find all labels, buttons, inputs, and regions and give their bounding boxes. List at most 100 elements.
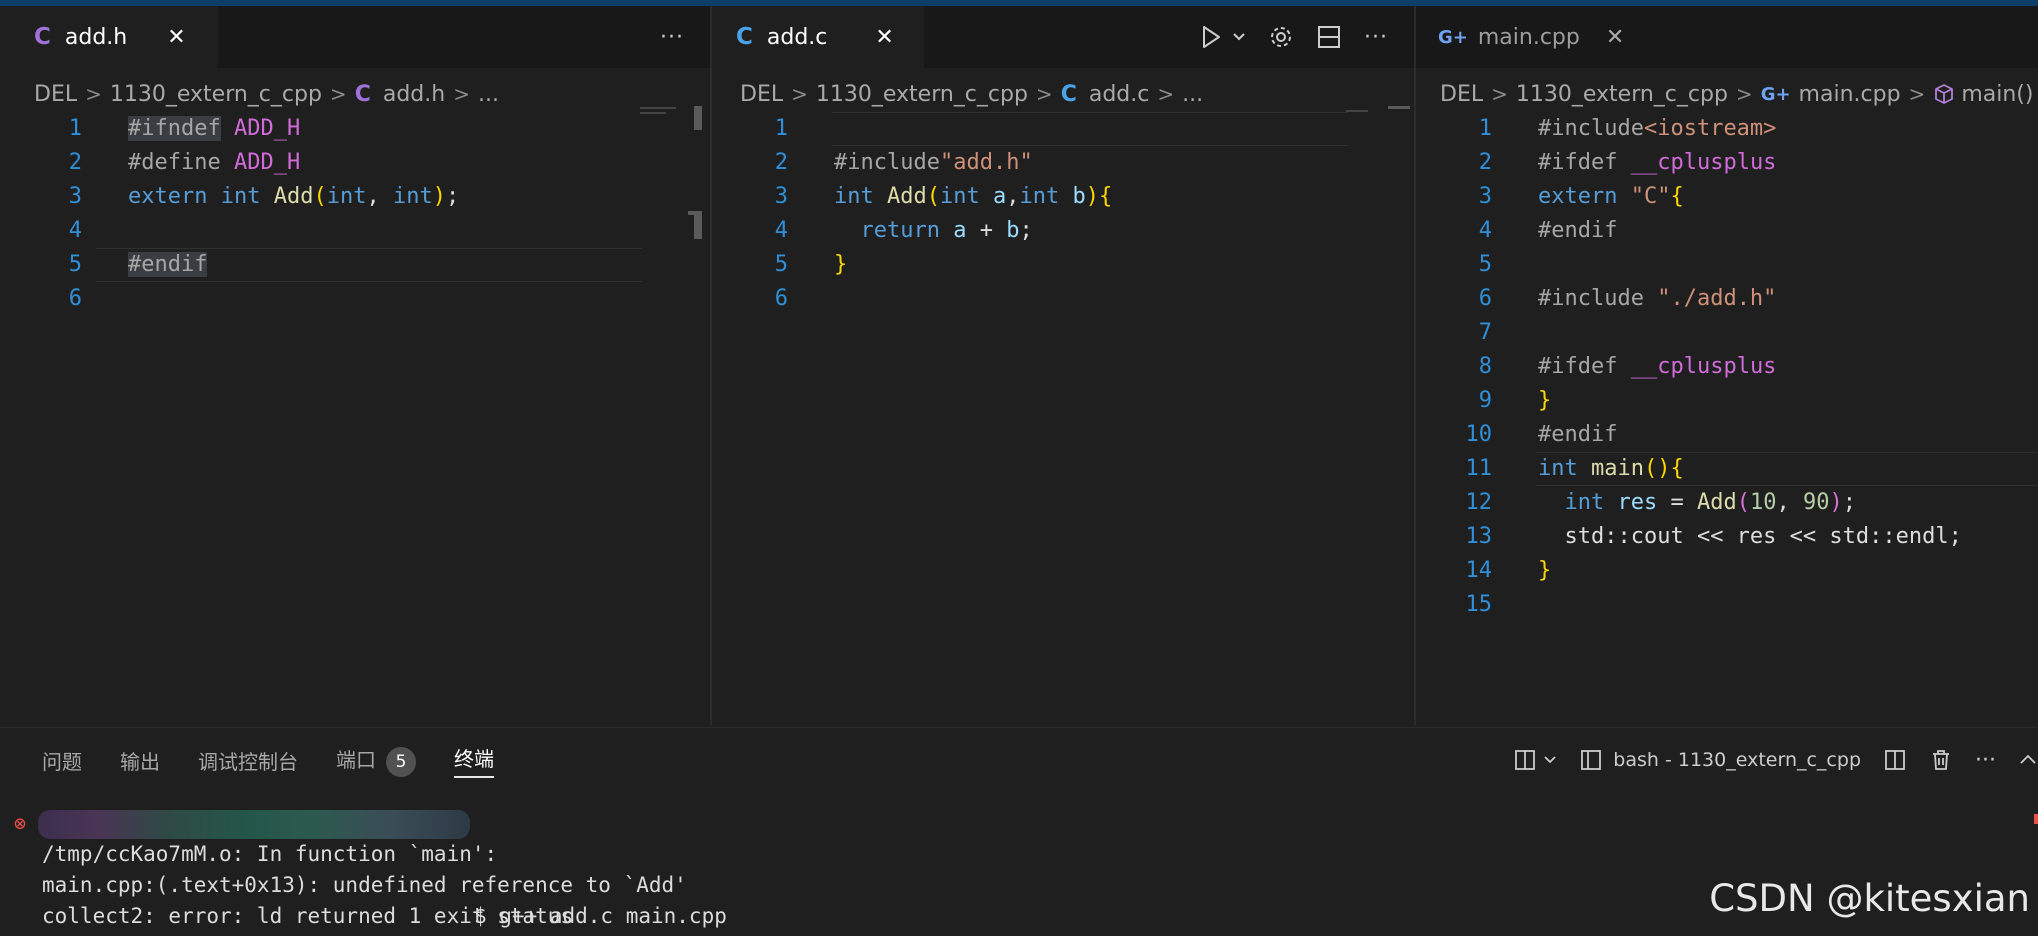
code-line[interactable]: 5 #endif xyxy=(6,248,710,282)
line-number: 1 xyxy=(1478,116,1492,141)
code-line[interactable]: 7 xyxy=(1416,316,2038,350)
code-line[interactable]: 3 extern "C"{ xyxy=(1416,180,2038,214)
breadcrumb-folder[interactable]: 1130_extern_c_cpp xyxy=(110,82,322,107)
scroll-marker xyxy=(1388,106,1410,109)
chevron-right-icon: > xyxy=(1157,82,1175,106)
ports-count-badge: 5 xyxy=(386,746,416,777)
minimap-line xyxy=(640,112,666,114)
breadcrumb-tail[interactable]: ... xyxy=(478,82,499,107)
gear-icon[interactable] xyxy=(1268,24,1294,50)
code-line[interactable]: 1 xyxy=(712,112,1414,146)
code-line[interactable]: 9} xyxy=(1416,384,2038,418)
code-text: std::cout << res << std::endl; xyxy=(1564,524,1962,549)
chevron-down-icon[interactable] xyxy=(1232,24,1246,50)
split-editor-icon[interactable] xyxy=(1316,24,1342,50)
code-line[interactable]: 13 std::cout << res << std::endl; xyxy=(1416,520,2038,554)
line-number: 1 xyxy=(68,116,82,141)
terminal-output[interactable]: ⊗ $ g++ add.c main.cpp /tmp/ccKao7mM.o: … xyxy=(14,808,727,936)
code-line[interactable]: 10 #endif xyxy=(1416,418,2038,452)
code-line[interactable]: 3 int Add(int a,int b){ xyxy=(712,180,1414,214)
tab-bar: G+ main.cpp ✕ xyxy=(1416,6,2038,68)
more-actions-icon[interactable]: ··· xyxy=(660,25,684,50)
line-number: 12 xyxy=(1465,490,1493,515)
tab-ports[interactable]: 端口 5 xyxy=(336,744,416,777)
code-text: } xyxy=(1538,388,1552,413)
terminal-line: collect2: error: ld returned 1 exit stat… xyxy=(42,904,574,928)
code-line[interactable]: 5 xyxy=(1416,248,2038,282)
tab-debug-console[interactable]: 调试控制台 xyxy=(198,746,298,775)
code-line[interactable]: 12 int res = Add(10, 90); xyxy=(1416,486,2038,520)
tab-problems[interactable]: 问题 xyxy=(42,746,82,775)
terminal-prompt-line xyxy=(42,932,687,936)
code-line[interactable]: 15 xyxy=(1416,588,2038,622)
code-line[interactable]: 6 #include "./add.h" xyxy=(1416,282,2038,316)
code-line[interactable]: 11 int main(){ xyxy=(1416,452,2038,486)
line-number: 1 xyxy=(774,116,788,141)
code-text: #include "./add.h" xyxy=(1538,286,1777,311)
code-line[interactable]: 2 #include"add.h" xyxy=(712,146,1414,180)
code-text: #ifndef ADD_H xyxy=(128,116,301,141)
scrollbar-thumb[interactable] xyxy=(694,106,702,130)
terminal-selector[interactable]: bash - 1130_extern_c_cpp xyxy=(1579,748,1861,772)
close-icon[interactable]: ✕ xyxy=(875,25,893,50)
code-editor[interactable]: 1 2 #include"add.h" 3 int Add(int a,int b){4… xyxy=(712,112,1414,316)
tab-actions: ··· xyxy=(660,6,684,68)
close-icon[interactable]: ✕ xyxy=(167,25,185,50)
code-editor[interactable]: 1 #include<iostream> 2 #ifdef __cplusplus 3 e… xyxy=(1416,112,2038,622)
minimap[interactable] xyxy=(1346,110,1368,112)
code-line[interactable]: 4 #endif xyxy=(1416,214,2038,248)
line-number: 3 xyxy=(774,184,788,209)
breadcrumb-folder[interactable]: 1130_extern_c_cpp xyxy=(1516,82,1728,107)
breadcrumb-file[interactable]: add.c xyxy=(1089,82,1150,107)
breadcrumb-root[interactable]: DEL xyxy=(1440,82,1483,107)
code-line[interactable]: 8 #ifdef __cplusplus xyxy=(1416,350,2038,384)
code-editor[interactable]: 1 #ifndef ADD_H 2 #define ADD_H 3 extern int … xyxy=(6,112,710,316)
code-text: #ifdef __cplusplus xyxy=(1538,354,1777,379)
split-terminal-icon[interactable] xyxy=(1513,748,1537,772)
code-line[interactable]: 2 #define ADD_H xyxy=(6,146,710,180)
breadcrumb-tail[interactable]: ... xyxy=(1182,82,1203,107)
code-text: int main(){ xyxy=(1538,456,1684,481)
code-line[interactable]: 1 #include<iostream> xyxy=(1416,112,2038,146)
more-actions-icon[interactable]: ··· xyxy=(1364,25,1388,50)
minimap[interactable] xyxy=(640,107,676,109)
code-line[interactable]: 2 #ifdef __cplusplus xyxy=(1416,146,2038,180)
breadcrumb-root[interactable]: DEL xyxy=(740,82,783,107)
chevron-down-icon[interactable] xyxy=(1543,748,1557,772)
code-line[interactable]: 1 #ifndef ADD_H xyxy=(6,112,710,146)
code-line[interactable]: 6 xyxy=(6,282,710,316)
tab-title: main.cpp xyxy=(1477,24,1580,50)
chevron-right-icon: > xyxy=(1908,82,1926,106)
code-text: } xyxy=(834,252,848,277)
chevron-up-icon[interactable] xyxy=(2018,748,2038,772)
code-line[interactable]: 4 xyxy=(6,214,710,248)
breadcrumb: DEL > 1130_extern_c_cpp > G+ main.cpp > … xyxy=(1440,76,2033,112)
code-line[interactable]: 5} xyxy=(712,248,1414,282)
code-text: #endif xyxy=(1538,218,1618,243)
trash-icon[interactable] xyxy=(1929,748,1953,772)
tab-terminal[interactable]: 终端 xyxy=(454,743,494,778)
breadcrumb-file[interactable]: main.cpp xyxy=(1799,82,1901,107)
tab-output[interactable]: 输出 xyxy=(120,746,160,775)
breadcrumb-symbol[interactable]: main() xyxy=(1961,82,2033,107)
code-line[interactable]: 4 return a + b; xyxy=(712,214,1414,248)
tab-add-c[interactable]: C add.c ✕ xyxy=(712,6,924,68)
code-line[interactable]: 3 extern int Add(int, int); xyxy=(6,180,710,214)
c-file-icon: C xyxy=(34,24,51,50)
code-text: #ifdef __cplusplus xyxy=(1538,150,1777,175)
code-line[interactable]: 14} xyxy=(1416,554,2038,588)
tab-main-cpp[interactable]: G+ main.cpp ✕ xyxy=(1416,6,1624,68)
c-file-icon: C xyxy=(1060,81,1077,107)
tab-add-h[interactable]: C add.h ✕ xyxy=(6,6,218,68)
tab-bar: C add.h ✕ ··· xyxy=(6,6,710,68)
breadcrumb-root[interactable]: DEL xyxy=(34,82,77,107)
code-line[interactable]: 6 xyxy=(712,282,1414,316)
breadcrumb-file[interactable]: add.h xyxy=(383,82,445,107)
code-text: return a + b; xyxy=(860,218,1033,243)
close-icon[interactable]: ✕ xyxy=(1606,25,1624,50)
more-actions-icon[interactable]: ··· xyxy=(1975,748,1996,773)
line-number: 6 xyxy=(1478,286,1492,311)
split-pane-icon[interactable] xyxy=(1883,748,1907,772)
run-icon[interactable] xyxy=(1198,24,1224,50)
breadcrumb-folder[interactable]: 1130_extern_c_cpp xyxy=(816,82,1028,107)
